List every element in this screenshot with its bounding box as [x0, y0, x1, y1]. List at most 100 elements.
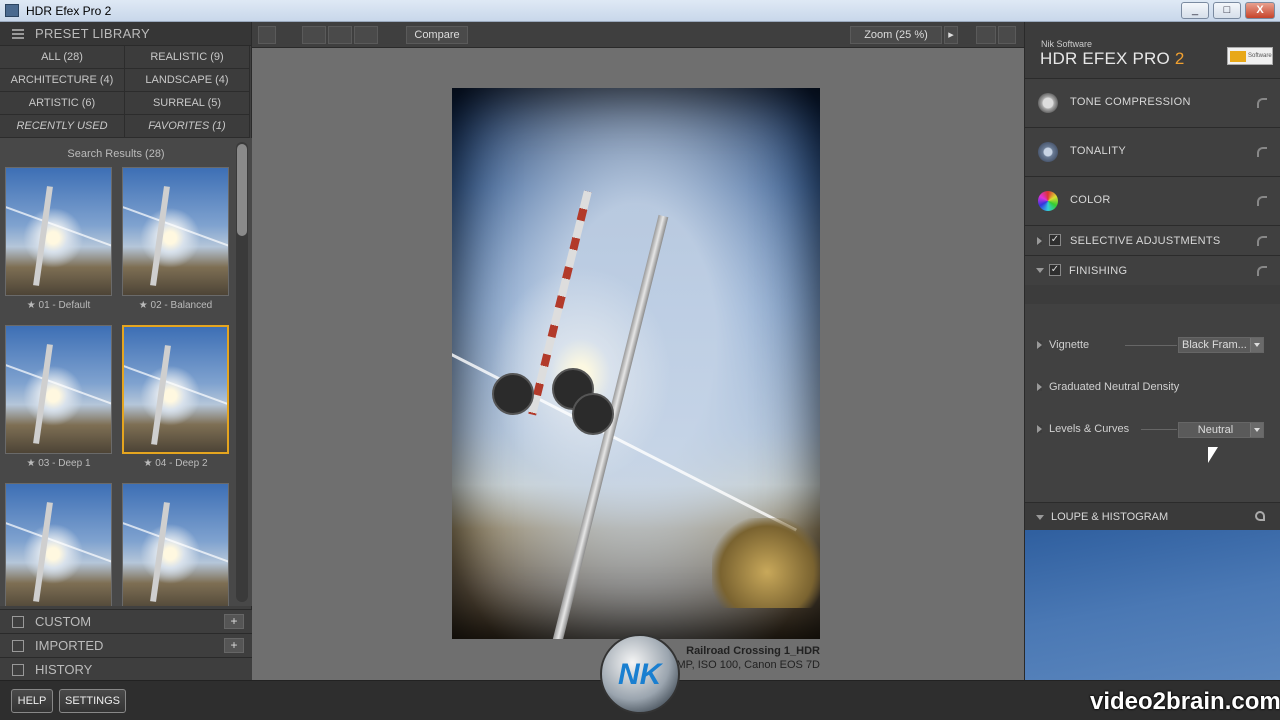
preset-preview: [6, 326, 111, 453]
app-icon: [5, 4, 19, 17]
brand-product: HDR EFEX PRO 2: [1040, 49, 1185, 69]
finishing-label: FINISHING: [1069, 265, 1128, 277]
preset-thumbnail-balanced[interactable]: [122, 167, 229, 296]
help-button[interactable]: HELP: [11, 689, 53, 713]
minimize-button[interactable]: _: [1181, 2, 1209, 19]
brand-version: 2: [1174, 49, 1185, 68]
view-toolbar: Compare Zoom (25 %) ▸: [252, 22, 1024, 48]
preset-label: ★ 04 - Deep 2: [143, 458, 208, 469]
preset-scrollbar[interactable]: [236, 142, 248, 602]
history-section[interactable]: HISTORY: [0, 657, 252, 681]
zoom-next-button[interactable]: ▸: [944, 26, 958, 44]
panel-tonality[interactable]: TONALITY: [1025, 127, 1280, 176]
selective-adjustments-label: SELECTIVE ADJUSTMENTS: [1070, 235, 1221, 247]
add-custom-button[interactable]: +: [224, 614, 244, 629]
category-all[interactable]: ALL (28): [0, 46, 125, 69]
preset-thumbnail[interactable]: [122, 483, 229, 606]
collapse-icon[interactable]: [1036, 268, 1044, 273]
maximize-button[interactable]: □: [1213, 2, 1241, 19]
split-view-icon[interactable]: [328, 26, 352, 44]
reset-icon[interactable]: [1257, 236, 1267, 246]
search-results-label: Search Results (28): [67, 148, 165, 160]
background-light-icon[interactable]: [976, 26, 996, 44]
vignette-label: Vignette: [1049, 339, 1090, 351]
close-button[interactable]: X: [1245, 2, 1275, 19]
color-wheel-icon: [1038, 191, 1058, 211]
category-artistic[interactable]: ARTISTIC (6): [0, 92, 125, 115]
zoom-button[interactable]: Zoom (25 %): [850, 26, 942, 44]
category-architecture[interactable]: ARCHITECTURE (4): [0, 69, 125, 92]
sun-icon: [1038, 93, 1058, 113]
category-favorites[interactable]: FAVORITES (1): [125, 115, 250, 138]
category-landscape[interactable]: LANDSCAPE (4): [125, 69, 250, 92]
divider: [1141, 429, 1177, 430]
preset-thumbnail[interactable]: [5, 483, 112, 606]
settings-button[interactable]: SETTINGS: [59, 689, 126, 713]
panel-tone-compression[interactable]: TONE COMPRESSION: [1025, 78, 1280, 127]
custom-icon: [12, 616, 24, 628]
brand-company: Nik Software: [1041, 39, 1093, 49]
preset-preview: [6, 168, 111, 295]
custom-label: CUSTOM: [35, 614, 92, 629]
selective-adjustments-checkbox[interactable]: ✓: [1049, 234, 1061, 246]
single-view-icon[interactable]: [302, 26, 326, 44]
vignette-value: Black Fram...: [1182, 339, 1247, 351]
category-recently-used[interactable]: RECENTLY USED: [0, 115, 125, 138]
mouse-cursor-icon: [1208, 447, 1218, 463]
pin-icon[interactable]: [1255, 511, 1265, 521]
window-title: HDR Efex Pro 2: [26, 4, 112, 18]
image-canvas[interactable]: Railroad Crossing 1_HDR MP, ISO 100, Can…: [252, 48, 1024, 680]
side-by-side-view-icon[interactable]: [354, 26, 378, 44]
title-bar: HDR Efex Pro 2 _ □ X: [0, 0, 1280, 22]
category-surreal[interactable]: SURREAL (5): [125, 92, 250, 115]
expand-icon[interactable]: [1037, 237, 1042, 245]
preset-label: ★ 01 - Default: [26, 300, 91, 311]
preset-thumbnail-default[interactable]: [5, 167, 112, 296]
tonality-label: TONALITY: [1070, 145, 1126, 157]
watermark-logo-text: NK: [618, 658, 662, 691]
hide-right-panel-icon[interactable]: [998, 26, 1016, 44]
crossing-lamp: [572, 393, 614, 435]
preset-library-title: PRESET LIBRARY: [35, 26, 150, 41]
panel-finishing[interactable]: ✓ FINISHING: [1025, 255, 1280, 285]
loupe-preview[interactable]: [1025, 530, 1280, 680]
reset-icon[interactable]: [1257, 98, 1267, 108]
reset-icon[interactable]: [1257, 266, 1267, 276]
levels-curves-value: Neutral: [1197, 424, 1234, 436]
finishing-checkbox[interactable]: ✓: [1049, 264, 1061, 276]
preset-preview: [6, 484, 111, 606]
crossing-lamp: [492, 373, 534, 415]
add-imported-button[interactable]: +: [224, 638, 244, 653]
imported-section[interactable]: IMPORTED +: [0, 633, 252, 657]
reset-icon[interactable]: [1257, 196, 1267, 206]
tone-compression-label: TONE COMPRESSION: [1070, 96, 1191, 108]
expand-icon[interactable]: [1037, 425, 1042, 433]
preset-thumbnail-deep-1[interactable]: [5, 325, 112, 454]
scrollbar-thumb[interactable]: [237, 144, 247, 236]
image-filename: Railroad Crossing 1_HDR: [686, 645, 820, 657]
loupe-histogram-label: LOUPE & HISTOGRAM: [1051, 511, 1169, 523]
list-icon: [12, 29, 24, 39]
loupe-histogram-header[interactable]: LOUPE & HISTOGRAM: [1025, 502, 1280, 530]
reset-icon[interactable]: [1257, 147, 1267, 157]
nik-logo: Software: [1227, 47, 1273, 65]
levels-curves-dropdown[interactable]: Neutral: [1178, 422, 1264, 438]
expand-icon[interactable]: [1037, 341, 1042, 349]
category-realistic[interactable]: REALISTIC (9): [125, 46, 250, 69]
hide-panel-icon[interactable]: [258, 26, 276, 44]
history-icon: [12, 664, 24, 676]
collapse-icon[interactable]: [1036, 515, 1044, 520]
preset-thumbnail-deep-2[interactable]: [122, 325, 229, 454]
expand-icon[interactable]: [1037, 383, 1042, 391]
preset-label: ★ 02 - Balanced: [138, 300, 213, 311]
panel-color[interactable]: COLOR: [1025, 176, 1280, 225]
imported-label: IMPORTED: [35, 638, 104, 653]
custom-section[interactable]: CUSTOM +: [0, 609, 252, 633]
preset-library-header[interactable]: PRESET LIBRARY: [0, 22, 251, 46]
preview-image[interactable]: [452, 88, 820, 639]
vignette-dropdown[interactable]: Black Fram...: [1178, 337, 1264, 353]
preset-library-panel: PRESET LIBRARY ALL (28) REALISTIC (9) AR…: [0, 22, 252, 681]
chevron-down-icon: [1250, 338, 1263, 352]
panel-selective-adjustments[interactable]: ✓ SELECTIVE ADJUSTMENTS: [1025, 225, 1280, 255]
compare-button[interactable]: Compare: [406, 26, 468, 44]
